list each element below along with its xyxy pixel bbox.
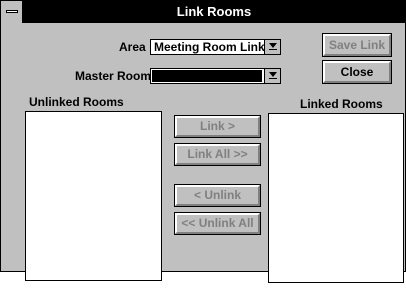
save-link-button[interactable]: Save Link [322, 33, 392, 57]
window-title: Link Rooms [176, 4, 252, 19]
title-bar: Link Rooms [1, 1, 405, 23]
link-all-button[interactable]: Link All >> [174, 143, 261, 166]
unlinked-rooms-list[interactable] [25, 111, 162, 281]
unlink-all-button[interactable]: << Unlink All [174, 212, 261, 235]
area-select[interactable]: Meeting Room Links [150, 39, 281, 55]
chevron-down-icon[interactable] [264, 40, 280, 54]
master-room-select-highlight [152, 70, 262, 82]
linked-rooms-list[interactable] [268, 113, 404, 283]
area-select-value: Meeting Room Links [154, 40, 272, 54]
link-rooms-dialog: Link Rooms Area Meeting Room Links Maste… [0, 0, 406, 283]
linked-rooms-label: Linked Rooms [300, 97, 383, 111]
close-button[interactable]: Close [322, 60, 392, 84]
unlink-button[interactable]: < Unlink [174, 184, 261, 207]
area-label: Area [119, 40, 146, 54]
master-room-label: Master Room [75, 69, 152, 83]
link-button[interactable]: Link > [174, 115, 261, 138]
master-room-select[interactable] [150, 68, 281, 84]
unlinked-rooms-label: Unlinked Rooms [29, 95, 124, 109]
chevron-down-icon[interactable] [264, 69, 280, 83]
system-menu-icon[interactable] [1, 1, 23, 23]
